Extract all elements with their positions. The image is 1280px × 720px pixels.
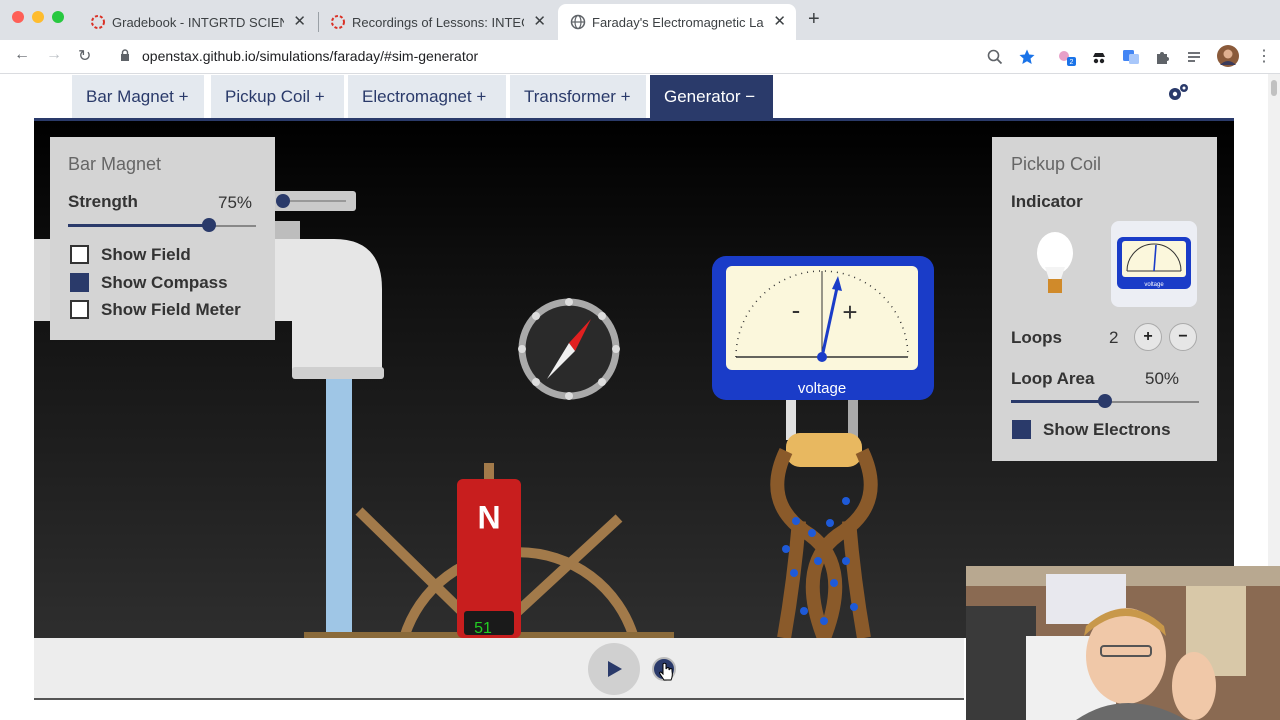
strength-label: Strength bbox=[68, 192, 138, 211]
browser-tab-recordings[interactable]: Recordings of Lessons: INTEGRATED ✕ bbox=[318, 4, 556, 40]
loop-area-slider-thumb[interactable] bbox=[1098, 394, 1112, 408]
browser-tab-bar: Gradebook - INTGRTD SCIENCE ✕ Recordings… bbox=[0, 0, 1280, 40]
bar-magnet-panel-title: Bar Magnet bbox=[68, 154, 162, 174]
sim-tab-bar: Bar Magnet + Pickup Coil + Electromagnet… bbox=[0, 75, 1268, 120]
loops-label: Loops bbox=[1011, 328, 1062, 347]
settings-gear-icon[interactable] bbox=[1166, 82, 1190, 104]
webcam-video bbox=[966, 566, 1280, 720]
avatar[interactable] bbox=[1217, 45, 1239, 67]
voltmeter-thumb-caption: voltage bbox=[1144, 282, 1164, 288]
strength-slider-thumb[interactable] bbox=[202, 218, 216, 232]
pickup-coil-panel-title: Pickup Coil bbox=[1011, 154, 1102, 174]
browser-tab-gradebook[interactable]: Gradebook - INTGRTD SCIENCE ✕ bbox=[78, 4, 316, 40]
tab-title: Gradebook - INTGRTD SCIENCE bbox=[112, 14, 284, 30]
plus-icon: + bbox=[1143, 328, 1153, 345]
probe-left bbox=[786, 400, 796, 440]
voltmeter-icon: voltage bbox=[1117, 237, 1191, 289]
minus-icon: − bbox=[1178, 328, 1188, 345]
tab-generator[interactable]: Generator − bbox=[650, 75, 773, 119]
loop-area-label: Loop Area bbox=[1011, 369, 1095, 388]
magnet-pole-label: N bbox=[477, 499, 500, 535]
url-field[interactable]: openstax.github.io/simulations/faraday/#… bbox=[142, 48, 478, 64]
show-compass-checkbox[interactable] bbox=[70, 273, 89, 292]
compass-icon[interactable] bbox=[518, 298, 620, 400]
address-bar: ← → ↻ openstax.github.io/simulations/far… bbox=[0, 40, 1280, 74]
puzzle-icon[interactable] bbox=[1154, 48, 1172, 66]
loop-area-value: 50% bbox=[1145, 369, 1180, 388]
meter-plus: + bbox=[842, 297, 857, 327]
new-tab-button[interactable]: + bbox=[808, 8, 820, 31]
tab-title: Recordings of Lessons: INTEGRATED bbox=[352, 14, 524, 30]
star-icon[interactable] bbox=[1018, 48, 1036, 66]
indicator-label: Indicator bbox=[1011, 192, 1083, 211]
tab-transformer[interactable]: Transformer + bbox=[510, 75, 646, 119]
show-field-meter-checkbox[interactable] bbox=[70, 300, 89, 319]
show-compass-label: Show Compass bbox=[101, 273, 228, 292]
globe-icon bbox=[570, 14, 586, 30]
tab-title: Faraday's Electromagnetic Lab bbox=[592, 14, 764, 30]
loops-value: 2 bbox=[1109, 328, 1119, 347]
show-field-checkbox[interactable] bbox=[70, 245, 89, 264]
voltmeter-indicator-option[interactable]: voltage bbox=[1111, 221, 1197, 307]
tab-bar-magnet[interactable]: Bar Magnet + bbox=[72, 75, 204, 119]
show-electrons-label: Show Electrons bbox=[1043, 420, 1171, 439]
voltmeter: - + voltage bbox=[712, 256, 934, 400]
close-icon[interactable]: ✕ bbox=[533, 12, 546, 30]
tab-pickup-coil[interactable]: Pickup Coil + bbox=[211, 75, 344, 119]
hand-cursor-icon bbox=[659, 662, 673, 681]
strength-slider-fill bbox=[68, 224, 209, 227]
rpm-readout: 51 bbox=[474, 620, 492, 637]
tab-electromagnet[interactable]: Electromagnet + bbox=[348, 75, 506, 119]
close-window-button[interactable] bbox=[12, 11, 24, 23]
resistor bbox=[786, 433, 862, 467]
pickup-coil-panel: Pickup Coil Indicator voltage Loops 2 + … bbox=[992, 137, 1217, 461]
minimize-window-button[interactable] bbox=[32, 11, 44, 23]
strength-value: 75% bbox=[218, 193, 253, 212]
spinner-icon bbox=[331, 15, 345, 29]
forward-arrow-icon[interactable]: → bbox=[46, 46, 62, 64]
show-field-label: Show Field bbox=[101, 245, 191, 264]
close-icon[interactable]: ✕ bbox=[773, 12, 786, 30]
show-field-meter-label: Show Field Meter bbox=[101, 300, 241, 319]
remove-loop-button[interactable]: − bbox=[1169, 323, 1197, 351]
webcam-overlay bbox=[966, 566, 1280, 720]
meter-minus: - bbox=[792, 295, 801, 325]
page-scrollbar-thumb[interactable] bbox=[1271, 80, 1277, 96]
extension-badge: 2 bbox=[1070, 59, 1074, 66]
meter-caption: voltage bbox=[798, 380, 846, 397]
menu-dots-icon[interactable]: ⋮ bbox=[1256, 46, 1272, 66]
incognito-icon[interactable] bbox=[1090, 48, 1108, 66]
water-stream bbox=[326, 379, 352, 638]
play-button[interactable] bbox=[588, 643, 640, 695]
add-loop-button[interactable]: + bbox=[1134, 323, 1162, 351]
time-control-bar bbox=[34, 638, 964, 700]
extension-puzzle-colored-icon[interactable]: 2 bbox=[1058, 48, 1076, 66]
play-icon bbox=[608, 661, 622, 677]
show-electrons-checkbox[interactable] bbox=[1012, 420, 1031, 439]
browser-tab-faraday[interactable]: Faraday's Electromagnetic Lab ✕ bbox=[558, 4, 796, 40]
lock-icon bbox=[121, 49, 129, 61]
bar-magnet-panel: Bar Magnet Strength 75% Show Field Show … bbox=[50, 137, 275, 340]
lightbulb-icon[interactable] bbox=[1036, 231, 1074, 297]
loop-area-slider-fill bbox=[1011, 400, 1105, 403]
zoom-icon[interactable] bbox=[986, 48, 1004, 66]
back-arrow-icon[interactable]: ← bbox=[14, 46, 30, 64]
maximize-window-button[interactable] bbox=[52, 11, 64, 23]
reload-icon[interactable]: ↻ bbox=[78, 46, 91, 66]
translate-icon[interactable] bbox=[1122, 48, 1140, 66]
close-icon[interactable]: ✕ bbox=[293, 12, 306, 30]
spinner-icon bbox=[91, 15, 105, 29]
pickup-coil[interactable] bbox=[770, 447, 878, 638]
reading-list-icon[interactable] bbox=[1186, 48, 1204, 66]
